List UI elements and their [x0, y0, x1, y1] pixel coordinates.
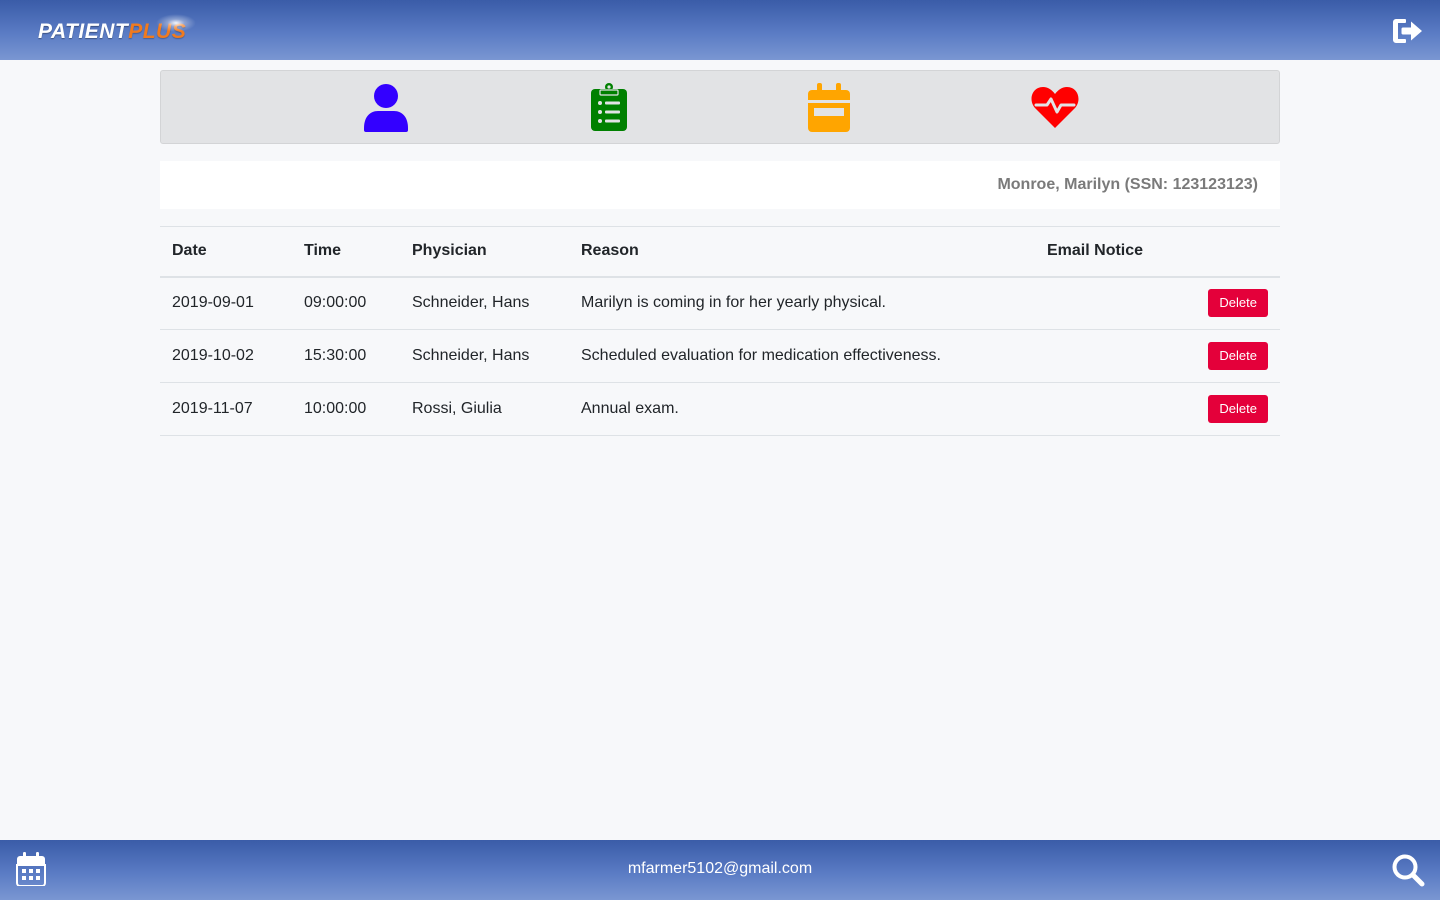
- cell-date: 2019-10-02: [160, 329, 292, 383]
- heartbeat-icon: [1031, 87, 1079, 128]
- delete-button[interactable]: Delete: [1208, 289, 1268, 318]
- sign-out-icon: [1393, 19, 1422, 43]
- cell-reason: Annual exam.: [569, 382, 1035, 436]
- bottom-bar: mfarmer5102@gmail.com: [0, 840, 1440, 900]
- top-bar: PATIENT PLUS: [0, 0, 1440, 60]
- nav-appointments[interactable]: [801, 81, 857, 133]
- table-header-row: Date Time Physician Reason Email Notice: [160, 226, 1280, 278]
- column-header-action: [1185, 226, 1280, 278]
- cell-time: 09:00:00: [292, 276, 400, 330]
- column-header-time: Time: [292, 226, 400, 278]
- cell-date: 2019-11-07: [160, 382, 292, 436]
- column-header-physician: Physician: [400, 226, 569, 278]
- cell-physician: Rossi, Giulia: [400, 382, 569, 436]
- column-header-date: Date: [160, 226, 292, 278]
- nav-health[interactable]: [1027, 81, 1083, 133]
- cell-time: 10:00:00: [292, 382, 400, 436]
- patient-name-ssn: Monroe, Marilyn (SSN: 123123123): [997, 176, 1258, 193]
- nav-patient-profile[interactable]: [358, 81, 414, 133]
- table-row: 2019-10-02 15:30:00 Schneider, Hans Sche…: [160, 329, 1280, 383]
- delete-button[interactable]: Delete: [1208, 395, 1268, 423]
- column-header-reason: Reason: [569, 226, 1035, 278]
- user-icon: [364, 84, 408, 132]
- cell-action: Delete: [1185, 276, 1280, 330]
- cell-action: Delete: [1185, 329, 1280, 383]
- cell-physician: Schneider, Hans: [400, 276, 569, 330]
- cell-email-notice: [1035, 382, 1185, 436]
- logout-button[interactable]: [1392, 16, 1424, 46]
- calendar-icon: [808, 83, 850, 132]
- table-row: 2019-11-07 10:00:00 Rossi, Giulia Annual…: [160, 382, 1280, 436]
- user-email: mfarmer5102@gmail.com: [627, 860, 813, 877]
- nav-records[interactable]: [581, 81, 637, 133]
- logo-word-patient: PATIENT: [38, 20, 129, 43]
- cell-date: 2019-09-01: [160, 276, 292, 330]
- clipboard-list-icon: [591, 83, 627, 131]
- search-icon: [1392, 854, 1425, 887]
- cell-reason: Marilyn is coming in for her yearly phys…: [569, 276, 1035, 330]
- cell-time: 15:30:00: [292, 329, 400, 383]
- section-icon-nav: [160, 70, 1280, 144]
- cell-action: Delete: [1185, 382, 1280, 436]
- cell-email-notice: [1035, 329, 1185, 383]
- column-header-email-notice: Email Notice: [1035, 226, 1185, 278]
- patient-header: Monroe, Marilyn (SSN: 123123123): [160, 161, 1280, 209]
- appointments-table: Date Time Physician Reason Email Notice …: [160, 226, 1280, 436]
- footer-search-button[interactable]: [1390, 852, 1426, 888]
- delete-button[interactable]: Delete: [1208, 342, 1268, 370]
- cell-physician: Schneider, Hans: [400, 329, 569, 383]
- cell-reason: Scheduled evaluation for medication effe…: [569, 329, 1035, 383]
- logo-word-plus: PLUS: [128, 20, 187, 43]
- table-row: 2019-09-01 09:00:00 Schneider, Hans Mari…: [160, 276, 1280, 330]
- cell-email-notice: [1035, 276, 1185, 330]
- patientplus-logo[interactable]: PATIENT PLUS: [38, 14, 196, 46]
